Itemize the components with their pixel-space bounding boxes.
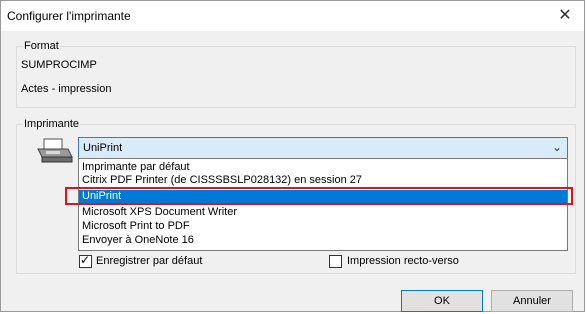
duplex-label: Impression recto-verso — [347, 255, 459, 267]
printer-option[interactable]: Microsoft XPS Document Writer — [79, 206, 567, 219]
printer-dropdown-list: Imprimante par défaut Citrix PDF Printer… — [78, 158, 568, 251]
printer-option[interactable]: Envoyer à OneNote 16 — [79, 234, 567, 247]
printer-select[interactable]: UniPrint ⌄ — [78, 137, 568, 159]
format-legend: Format — [23, 40, 60, 52]
chevron-down-icon[interactable]: ⌄ — [552, 140, 562, 154]
save-default-label: Enregistrer par défaut — [96, 255, 203, 267]
dialog-title: Configurer l'imprimante — [7, 9, 131, 23]
printer-config-dialog: Configurer l'imprimante ✕ Format SUMPROC… — [0, 0, 585, 312]
printer-option[interactable]: Microsoft Print to PDF — [79, 220, 567, 233]
close-icon[interactable]: ✕ — [552, 5, 578, 27]
cancel-button[interactable]: Annuler — [491, 290, 573, 312]
ok-button[interactable]: OK — [401, 290, 483, 312]
format-group: Format SUMPROCIMP Actes - impression — [16, 40, 576, 108]
printer-option[interactable]: Imprimante par défaut — [79, 161, 567, 174]
duplex-checkbox[interactable] — [329, 255, 342, 268]
printer-option-selected[interactable]: UniPrint — [79, 190, 567, 203]
printer-legend: Imprimante — [23, 118, 81, 130]
save-default-checkbox[interactable] — [79, 253, 92, 268]
printer-icon — [37, 138, 73, 163]
printer-option[interactable]: Citrix PDF Printer (de CISSSBSLP028132) … — [79, 174, 567, 187]
format-description: Actes - impression — [21, 83, 112, 95]
printer-select-value: UniPrint — [83, 142, 123, 154]
title-bar: Configurer l'imprimante ✕ — [1, 1, 584, 31]
format-name: SUMPROCIMP — [21, 59, 97, 71]
